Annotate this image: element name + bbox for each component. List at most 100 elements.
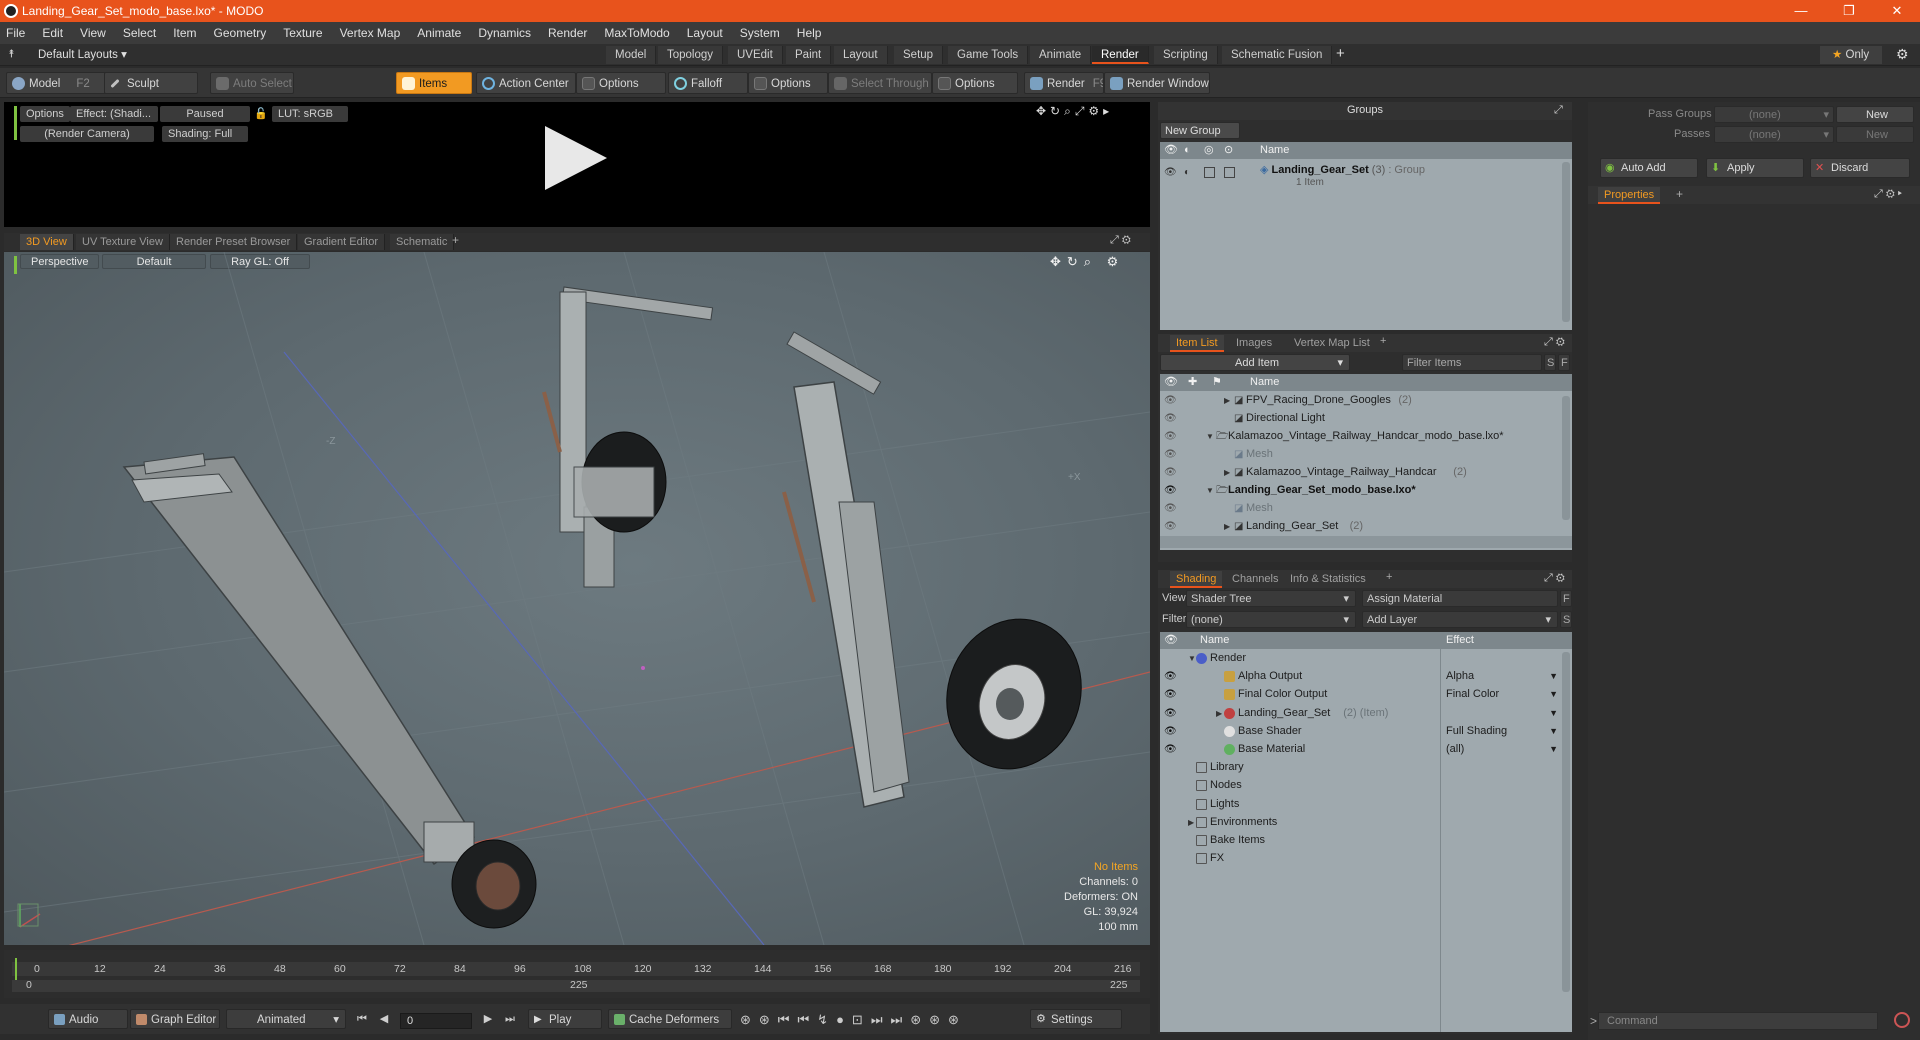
passes-dropdown[interactable]: (none) ▾ bbox=[1714, 126, 1834, 143]
eye-icon[interactable]: 👁 bbox=[1164, 167, 1177, 178]
shader-tree-dropdown[interactable]: Shader Tree ▾ bbox=[1186, 590, 1356, 607]
command-input[interactable]: Command bbox=[1598, 1012, 1878, 1030]
eye-icon[interactable]: 👁 bbox=[1164, 686, 1177, 703]
eye-icon[interactable]: 👁 bbox=[1164, 482, 1177, 499]
command-status-icon[interactable] bbox=[1894, 1012, 1910, 1028]
menu-vertex-map[interactable]: Vertex Map bbox=[340, 26, 401, 40]
maximize-view-icon[interactable]: ⤢ ⚙ bbox=[1110, 234, 1131, 247]
new-pass-button[interactable]: New bbox=[1836, 126, 1914, 143]
eye-icon[interactable]: 👁 bbox=[1164, 705, 1177, 722]
sculpt-button[interactable]: Sculpt bbox=[104, 72, 198, 94]
eye-icon[interactable]: 👁 bbox=[1164, 668, 1177, 685]
menu-select[interactable]: Select bbox=[123, 26, 156, 40]
new-group-button[interactable]: New Group bbox=[1160, 122, 1240, 139]
render-camera-dropdown[interactable]: (Render Camera) bbox=[20, 126, 154, 142]
shading-controls[interactable]: ⤢ ⚙ bbox=[1544, 572, 1565, 585]
tab-vertex-map-list[interactable]: Vertex Map List bbox=[1288, 335, 1376, 352]
falloff-options-button[interactable]: Options bbox=[748, 72, 828, 94]
shading-s-button[interactable]: S bbox=[1560, 611, 1572, 628]
list-item[interactable]: 👁 ◪ Mesh bbox=[1160, 500, 1560, 517]
render-window-button[interactable]: Render Window bbox=[1104, 72, 1210, 94]
graph-editor-button[interactable]: Graph Editor bbox=[130, 1009, 220, 1029]
auto-select-button[interactable]: Auto Select bbox=[210, 72, 294, 94]
add-layer-dropdown[interactable]: Add Layer ▾ bbox=[1362, 611, 1558, 628]
close-button[interactable]: ✕ bbox=[1874, 0, 1920, 22]
tab-scripting[interactable]: Scripting bbox=[1154, 46, 1218, 64]
effect-dropdown[interactable]: Full Shading ▼ bbox=[1446, 723, 1560, 740]
tab-3d-view[interactable]: 3D View bbox=[20, 234, 74, 250]
tab-info-statistics[interactable]: Info & Statistics bbox=[1284, 571, 1372, 588]
apply-button[interactable]: ⬇ Apply bbox=[1706, 158, 1804, 178]
eye-icon[interactable]: 👁 bbox=[1164, 410, 1177, 427]
menu-render[interactable]: Render bbox=[548, 26, 587, 40]
tab-game-tools[interactable]: Game Tools bbox=[948, 46, 1029, 64]
lut-dropdown[interactable]: LUT: sRGB bbox=[272, 106, 348, 122]
eye-icon[interactable]: 👁 bbox=[1164, 464, 1177, 481]
preview-effect-dropdown[interactable]: Effect: (Shadi... bbox=[70, 106, 158, 122]
shader-tree-row[interactable]: ▼ Render bbox=[1160, 650, 1560, 667]
list-item[interactable]: 👁 ▼ 🗁 Landing_Gear_Set_modo_base.lxo* bbox=[1160, 482, 1560, 499]
shader-tree-row[interactable]: 👁 Final Color Output Final Color ▼ bbox=[1160, 686, 1560, 703]
eye-icon[interactable]: 👁 bbox=[1164, 392, 1177, 409]
shader-tree-row[interactable]: 👁 Base Shader Full Shading ▼ bbox=[1160, 723, 1560, 740]
eye-icon[interactable]: 👁 bbox=[1164, 446, 1177, 463]
audio-button[interactable]: Audio bbox=[48, 1009, 128, 1029]
eye-icon[interactable]: 👁 bbox=[1164, 518, 1177, 535]
menu-system[interactable]: System bbox=[740, 26, 780, 40]
chevron-down-icon[interactable]: ▼ bbox=[1206, 428, 1214, 445]
select-checkbox[interactable] bbox=[1224, 167, 1235, 178]
effect-dropdown[interactable]: Alpha ▼ bbox=[1446, 668, 1560, 685]
model-mode-button[interactable]: Model F2 bbox=[6, 72, 106, 94]
frame-input[interactable]: 0 bbox=[400, 1013, 472, 1029]
effect-dropdown[interactable]: Final Color ▼ bbox=[1446, 686, 1560, 703]
add-shading-tab[interactable]: + bbox=[1386, 571, 1392, 583]
tab-schematic-fusion[interactable]: Schematic Fusion bbox=[1222, 46, 1333, 64]
tab-channels[interactable]: Channels bbox=[1226, 571, 1284, 588]
play-button[interactable]: ▶ Play bbox=[528, 1009, 602, 1029]
play-icon[interactable] bbox=[545, 126, 607, 190]
maximize-button[interactable]: ❐ bbox=[1826, 0, 1872, 22]
shader-tree-row[interactable]: Nodes bbox=[1160, 777, 1560, 794]
lock-checkbox[interactable] bbox=[1204, 167, 1215, 178]
groups-list[interactable]: 👁 ◐ ◎ ⊙ Name 👁 ◐ ◈ Landing_Gear_Set (3) … bbox=[1160, 142, 1572, 330]
chevron-right-icon[interactable]: ▶ bbox=[1224, 518, 1230, 535]
menu-file[interactable]: File bbox=[6, 26, 25, 40]
chevron-right-icon[interactable]: ▶ bbox=[1224, 392, 1230, 409]
tab-animate[interactable]: Animate bbox=[1030, 46, 1092, 64]
select-through-button[interactable]: Select Through bbox=[828, 72, 932, 94]
tab-topology[interactable]: Topology bbox=[658, 46, 724, 64]
menu-animate[interactable]: Animate bbox=[417, 26, 461, 40]
groups-scrollbar[interactable] bbox=[1562, 162, 1570, 322]
shading-dropdown[interactable]: Shading: Full bbox=[162, 126, 248, 142]
shader-tree-row[interactable]: Lights bbox=[1160, 796, 1560, 813]
preview-view-controls[interactable]: ✥↻⌕⤢⚙▸ bbox=[1036, 104, 1113, 119]
item-list-hscroll[interactable] bbox=[1160, 536, 1572, 548]
menu-item[interactable]: Item bbox=[173, 26, 196, 40]
tab-properties[interactable]: Properties bbox=[1598, 187, 1661, 204]
effect-dropdown[interactable]: (all) ▼ bbox=[1446, 741, 1560, 758]
add-list-tab[interactable]: + bbox=[1380, 335, 1386, 347]
eye-icon[interactable]: 👁 bbox=[1164, 428, 1177, 445]
tab-setup[interactable]: Setup bbox=[894, 46, 944, 64]
unlock-icon[interactable]: 🔓 bbox=[254, 107, 268, 120]
assign-material-button[interactable]: Assign Material bbox=[1362, 590, 1558, 607]
chevron-down-icon[interactable]: ▼ bbox=[1188, 650, 1196, 667]
shader-scrollbar[interactable] bbox=[1562, 652, 1570, 992]
filter-dropdown[interactable]: (none) ▾ bbox=[1186, 611, 1356, 628]
action-center-button[interactable]: Action Center bbox=[476, 72, 576, 94]
new-pass-group-button[interactable]: New bbox=[1836, 106, 1914, 123]
eye-icon[interactable]: 👁 bbox=[1164, 723, 1177, 740]
menu-help[interactable]: Help bbox=[797, 26, 822, 40]
menu-texture[interactable]: Texture bbox=[283, 26, 322, 40]
eye-icon[interactable]: 👁 bbox=[1164, 741, 1177, 758]
next-key-icon[interactable]: ▶ bbox=[480, 1011, 496, 1027]
item-list-controls[interactable]: ⤢ ⚙ bbox=[1544, 336, 1565, 349]
cache-deformers-button[interactable]: Cache Deformers bbox=[608, 1009, 732, 1029]
render-preview[interactable]: Options Effect: (Shadi... Paused 🔓 LUT: … bbox=[4, 102, 1150, 227]
go-to-start-icon[interactable]: ⏮ bbox=[354, 1011, 370, 1027]
render-button[interactable]: RenderF9 bbox=[1024, 72, 1104, 94]
list-item[interactable]: 👁 ▶ ◪ Kalamazoo_Vintage_Railway_Handcar (2) bbox=[1160, 464, 1560, 481]
prev-key-icon[interactable]: ◀ bbox=[376, 1011, 392, 1027]
gear-icon[interactable]: ⚙ bbox=[1896, 46, 1909, 63]
tab-model[interactable]: Model bbox=[606, 46, 657, 64]
